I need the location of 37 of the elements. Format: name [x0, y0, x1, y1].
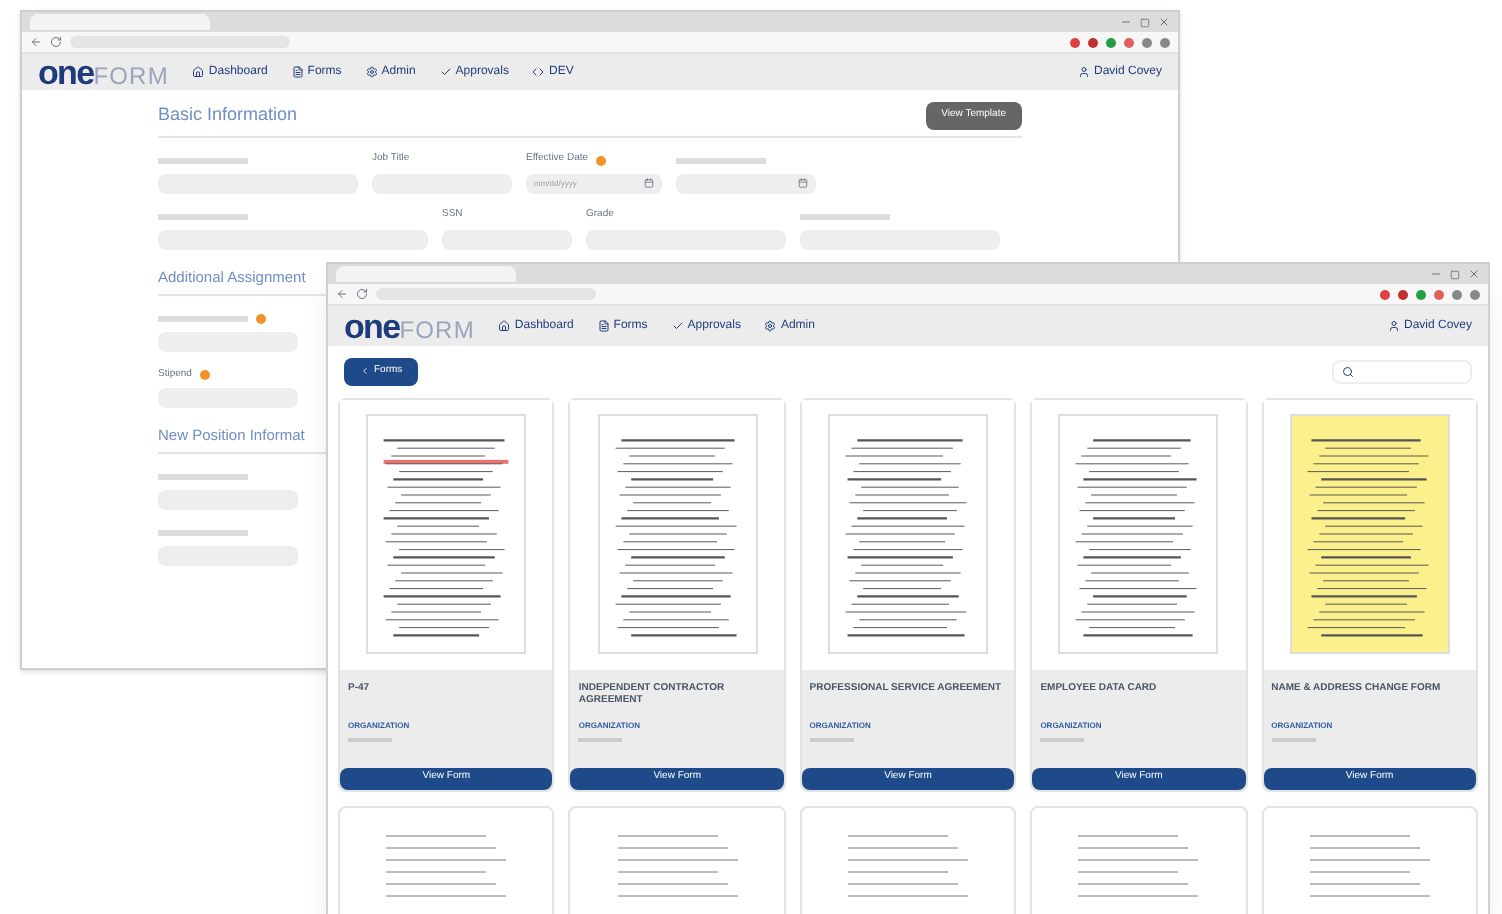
home-icon	[498, 320, 511, 332]
label-drawing	[158, 157, 248, 163]
code-icon	[532, 66, 545, 78]
user-icon	[1387, 320, 1400, 332]
back-icon[interactable]	[336, 288, 348, 300]
search-field[interactable]	[1332, 359, 1472, 384]
reload-icon[interactable]	[356, 288, 368, 300]
section-title: Basic Information	[158, 102, 298, 128]
calendar-icon	[644, 178, 654, 188]
date-field[interactable]	[676, 173, 816, 193]
home-icon	[192, 66, 205, 78]
calendar-icon	[798, 178, 808, 188]
label-drawing	[800, 213, 890, 219]
label-drawing	[158, 530, 248, 536]
back-icon[interactable]	[30, 36, 42, 48]
document-icon	[291, 66, 304, 78]
minimize-icon[interactable]	[1120, 16, 1132, 28]
search-icon	[1342, 365, 1354, 378]
close-icon[interactable]	[1158, 16, 1170, 28]
oneform-logo[interactable]: oneFORM	[38, 55, 169, 89]
check-icon	[671, 320, 684, 332]
gears-icon	[764, 320, 777, 332]
label-drawing	[158, 474, 248, 480]
check-icon	[439, 66, 452, 78]
close-icon[interactable]	[1468, 268, 1480, 280]
label-drawing	[158, 213, 248, 219]
reload-icon[interactable]	[50, 36, 62, 48]
document-icon	[597, 320, 610, 332]
label-drawing	[158, 315, 248, 322]
user-icon	[1077, 66, 1090, 78]
label-drawing	[676, 157, 766, 163]
maximize-icon[interactable]	[1450, 269, 1460, 279]
maximize-icon[interactable]	[1140, 17, 1150, 27]
gears-icon	[365, 66, 378, 78]
minimize-icon[interactable]	[1430, 268, 1442, 280]
oneform-logo[interactable]: oneFORM	[344, 309, 475, 343]
chevron-left-icon	[360, 366, 370, 377]
